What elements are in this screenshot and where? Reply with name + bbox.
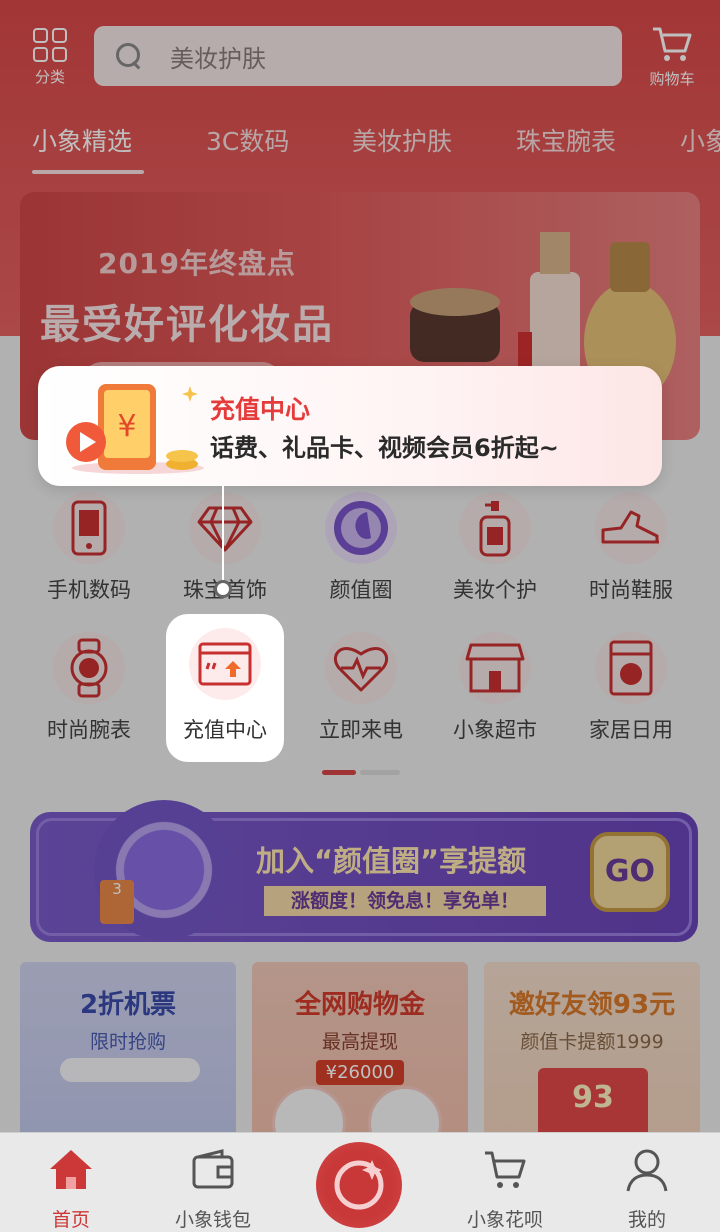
cart-icon: [653, 27, 692, 61]
nav-label: 小象花呗: [466, 1209, 543, 1231]
function-menu: 手机数码 珠宝首饰 颜值圈 美妆个护 时尚鞋服 时尚腕表 充值中心 立即来电: [0, 486, 720, 786]
cart-label: 购物车: [649, 70, 695, 88]
search-bar[interactable]: 美妆护肤: [94, 26, 622, 86]
banner-title: 最受好评化妆品: [40, 302, 334, 348]
airplane-icon: [60, 1058, 200, 1082]
center-circle-icon: [334, 1160, 384, 1210]
nav-wallet[interactable]: 小象钱包: [158, 1147, 268, 1232]
beauty-circle-promo-banner[interactable]: 3 加入“颜值圈”享提额 涨额度！领免息！享免单！ GO: [30, 800, 698, 942]
card-title: 邀好友领93元: [508, 990, 676, 1020]
tab-featured[interactable]: 小象精选: [32, 122, 132, 158]
page-indicator: [322, 770, 400, 776]
tooltip-title: 充值中心: [210, 395, 311, 424]
menu-shoes-clothing[interactable]: 时尚鞋服: [566, 492, 696, 604]
card-title: 2折机票: [79, 990, 177, 1020]
nav-label: 我的: [627, 1209, 666, 1231]
home-icon: [50, 1150, 92, 1189]
card-subtitle: 颜值卡提额1999: [520, 1031, 664, 1053]
card-title: 全网购物金: [294, 990, 425, 1020]
envelope-amount: 93: [572, 1080, 614, 1115]
menu-label: 家居日用: [589, 718, 673, 742]
svg-text:¥: ¥: [117, 409, 136, 444]
nav-label: 小象钱包: [174, 1209, 251, 1231]
home-page: 分类 美妆护肤 购物车 小象精选 3C数码 美妆护肤 珠宝腕表 小象 2019年…: [0, 0, 720, 1232]
phone-icon: [53, 492, 125, 564]
recharge-icon: [189, 628, 261, 700]
user-icon: [626, 1149, 668, 1192]
category-button[interactable]: 分类: [28, 28, 72, 88]
tab-3c[interactable]: 3C数码: [206, 122, 289, 158]
menu-label: 充值中心: [183, 718, 267, 742]
shoe-icon: [595, 492, 667, 564]
promo-badge: 3: [100, 880, 134, 924]
menu-supermarket[interactable]: 小象超市: [430, 632, 560, 744]
indicator-inactive: [360, 770, 400, 775]
go-button[interactable]: GO: [590, 832, 670, 912]
store-icon: [459, 632, 531, 704]
banner-year: 2019年终盘点: [98, 247, 296, 280]
washer-icon: [595, 632, 667, 704]
nav-label: 首页: [51, 1209, 90, 1231]
category-label: 分类: [34, 68, 65, 86]
heartbeat-icon: [325, 632, 397, 704]
face-icon: [325, 492, 397, 564]
phone-recharge-illustration: ¥: [66, 384, 204, 474]
menu-label: 时尚腕表: [47, 718, 131, 742]
menu-beauty-care[interactable]: 美妆个护: [430, 492, 560, 604]
menu-recharge-center[interactable]: 充值中心: [166, 614, 284, 762]
card-subtitle: 限时抢购: [89, 1031, 166, 1053]
recharge-guide-tooltip[interactable]: ¥ 充值中心 话费、礼品卡、视频会员6折起~: [38, 366, 662, 486]
promo-title: 加入“颜值圈”享提额: [256, 844, 527, 878]
card-price: ¥26000: [315, 1060, 405, 1085]
menu-phone-digital[interactable]: 手机数码: [24, 492, 154, 604]
tab-jewelry[interactable]: 珠宝腕表: [516, 122, 616, 158]
nav-huabei[interactable]: 小象花呗: [450, 1147, 560, 1232]
search-placeholder: 美妆护肤: [170, 44, 266, 73]
menu-beauty-circle[interactable]: 颜值圈: [296, 492, 426, 604]
tooltip-connector-line: [222, 486, 224, 588]
grid-icon: [33, 28, 67, 62]
active-tab-indicator: [32, 170, 144, 174]
nav-profile[interactable]: 我的: [592, 1147, 702, 1232]
menu-label: 手机数码: [47, 578, 131, 602]
menu-label: 美妆个护: [453, 578, 537, 602]
center-nav-button[interactable]: [316, 1142, 402, 1228]
tab-beauty[interactable]: 美妆护肤: [352, 122, 452, 158]
tooltip-description: 话费、礼品卡、视频会员6折起~: [210, 434, 559, 462]
menu-label: 时尚鞋服: [589, 578, 673, 602]
wallet-icon: [192, 1149, 234, 1189]
diamond-icon: [189, 492, 261, 564]
tab-more[interactable]: 小象: [680, 122, 720, 158]
indicator-active: [322, 770, 356, 775]
watch-icon: [53, 632, 125, 704]
menu-label: 立即来电: [319, 718, 403, 742]
search-icon: [114, 41, 144, 71]
cart-button[interactable]: 购物车: [642, 24, 702, 88]
top-bar: 分类 美妆护肤 购物车: [0, 0, 720, 110]
promo-subtitle: 涨额度！领免息！享免单！: [264, 886, 546, 916]
menu-call-now[interactable]: 立即来电: [296, 632, 426, 744]
menu-label: 颜值圈: [329, 578, 393, 602]
card-subtitle: 最高提现: [321, 1031, 398, 1053]
menu-label: 小象超市: [453, 718, 537, 742]
tooltip-connector-dot: [214, 580, 232, 598]
cart-icon: [485, 1151, 526, 1188]
menu-home-goods[interactable]: 家居日用: [566, 632, 696, 744]
menu-watches[interactable]: 时尚腕表: [24, 632, 154, 744]
nav-home[interactable]: 首页: [16, 1147, 126, 1232]
activity-cards: 2折机票 限时抢购 全网购物金 最高提现 ¥26000 邀好友领93元 颜值卡提…: [20, 962, 720, 1162]
lotion-icon: [459, 492, 531, 564]
